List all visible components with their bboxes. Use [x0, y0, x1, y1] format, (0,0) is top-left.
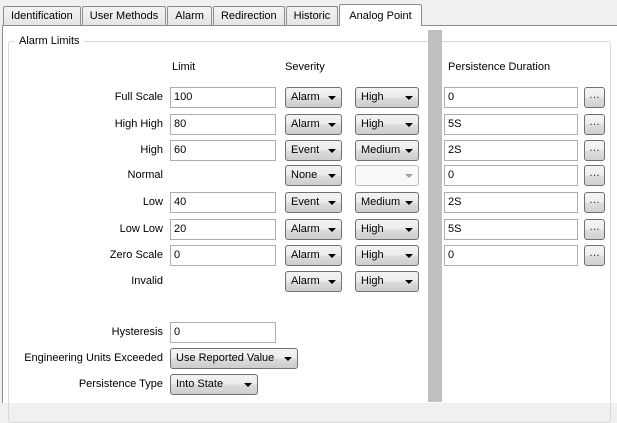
priority-dropdown[interactable]: High [355, 271, 419, 292]
dropdown-arrow-icon [405, 174, 413, 178]
browse-button[interactable]: … [584, 192, 605, 213]
persistence-duration-input[interactable]: 0 [444, 245, 578, 266]
engineering-units-exceeded-dropdown[interactable]: Use Reported Value [170, 348, 298, 369]
row-label: Invalid [0, 271, 163, 292]
browse-button[interactable]: … [584, 219, 605, 240]
browse-button[interactable]: … [584, 87, 605, 108]
priority-dropdown[interactable]: High [355, 245, 419, 266]
severity-dropdown[interactable]: Alarm [285, 271, 342, 292]
alarm-row-high: High 60 Event Medium 2S … [0, 140, 617, 162]
limit-input[interactable]: 0 [170, 245, 276, 266]
severity-dropdown[interactable]: Alarm [285, 219, 342, 240]
row-label: Zero Scale [0, 245, 163, 266]
row-label: Normal [0, 165, 163, 186]
alarm-limits-group-title: Alarm Limits [15, 35, 84, 47]
dropdown-arrow-icon [328, 149, 336, 153]
limit-input[interactable]: 100 [170, 87, 276, 108]
tab-strip: IdentificationUser MethodsAlarmRedirecti… [3, 0, 423, 26]
hysteresis-label: Hysteresis [0, 322, 163, 343]
hysteresis-input[interactable]: 0 [170, 322, 276, 343]
dropdown-arrow-icon [328, 123, 336, 127]
priority-dropdown[interactable]: Medium [355, 140, 419, 161]
limit-input[interactable]: 60 [170, 140, 276, 161]
dropdown-arrow-icon [328, 280, 336, 284]
persistence-duration-input[interactable]: 5S [444, 114, 578, 135]
severity-dropdown[interactable]: Alarm [285, 114, 342, 135]
limit-input[interactable]: 80 [170, 114, 276, 135]
dropdown-arrow-icon [405, 228, 413, 232]
priority-dropdown [355, 165, 419, 186]
persistence-type-dropdown[interactable]: Into State [170, 374, 258, 395]
alarm-row-full-scale: Full Scale 100 Alarm High 0 … [0, 87, 617, 109]
engineering-units-exceeded-label: Engineering Units Exceeded [0, 348, 163, 369]
limit-input[interactable]: 20 [170, 219, 276, 240]
tab-analog-point[interactable]: Analog Point [339, 4, 421, 26]
dropdown-arrow-icon [328, 228, 336, 232]
severity-dropdown[interactable]: Alarm [285, 87, 342, 108]
dropdown-arrow-icon [405, 96, 413, 100]
persistence-type-value: Into State [176, 378, 223, 390]
browse-button[interactable]: … [584, 114, 605, 135]
alarm-row-high-high: High High 80 Alarm High 5S … [0, 114, 617, 136]
persistence-duration-input[interactable]: 2S [444, 192, 578, 213]
priority-dropdown[interactable]: High [355, 114, 419, 135]
priority-dropdown[interactable]: High [355, 87, 419, 108]
browse-button[interactable]: … [584, 165, 605, 186]
tab-alarm[interactable]: Alarm [167, 6, 212, 25]
alarm-row-normal: Normal None 0 … [0, 165, 617, 187]
limit-column-header: Limit [172, 61, 195, 73]
severity-column-header: Severity [285, 61, 325, 73]
alarm-row-zero-scale: Zero Scale 0 Alarm High 0 … [0, 245, 617, 267]
dropdown-arrow-icon [405, 254, 413, 258]
persistence-duration-column-header: Persistence Duration [448, 61, 550, 73]
priority-dropdown[interactable]: Medium [355, 192, 419, 213]
severity-dropdown[interactable]: Alarm [285, 245, 342, 266]
dropdown-arrow-icon [405, 280, 413, 284]
row-label: High High [0, 114, 163, 135]
analog-point-dialog: { "tabs": { "items": [ {"label": "Identi… [0, 0, 617, 402]
alarm-row-low: Low 40 Event Medium 2S … [0, 192, 617, 214]
severity-dropdown[interactable]: None [285, 165, 342, 186]
priority-dropdown[interactable]: High [355, 219, 419, 240]
severity-dropdown[interactable]: Event [285, 192, 342, 213]
dropdown-arrow-icon [405, 201, 413, 205]
persistence-duration-input[interactable]: 2S [444, 140, 578, 161]
dropdown-arrow-icon [328, 254, 336, 258]
tab-identification[interactable]: Identification [3, 6, 81, 25]
tab-user-methods[interactable]: User Methods [82, 6, 166, 25]
engineering-units-exceeded-value: Use Reported Value [176, 352, 274, 364]
alarm-row-low-low: Low Low 20 Alarm High 5S … [0, 219, 617, 241]
dropdown-arrow-icon [405, 149, 413, 153]
limit-input[interactable]: 40 [170, 192, 276, 213]
vertical-separator [428, 30, 442, 402]
tab-redirection[interactable]: Redirection [213, 6, 285, 25]
persistence-duration-input[interactable]: 5S [444, 219, 578, 240]
dropdown-arrow-icon [405, 123, 413, 127]
browse-button[interactable]: … [584, 140, 605, 161]
dropdown-arrow-icon [328, 201, 336, 205]
persistence-duration-input[interactable]: 0 [444, 87, 578, 108]
dropdown-arrow-icon [328, 174, 336, 178]
severity-dropdown[interactable]: Event [285, 140, 342, 161]
row-label: Low Low [0, 219, 163, 240]
persistence-duration-input[interactable]: 0 [444, 165, 578, 186]
dropdown-arrow-icon [244, 383, 252, 387]
browse-button[interactable]: … [584, 245, 605, 266]
persistence-type-label: Persistence Type [0, 374, 163, 395]
tab-historic[interactable]: Historic [286, 6, 339, 25]
row-label: Full Scale [0, 87, 163, 108]
alarm-row-invalid: Invalid Alarm High [0, 271, 617, 293]
dropdown-arrow-icon [328, 96, 336, 100]
row-label: Low [0, 192, 163, 213]
row-label: High [0, 140, 163, 161]
dropdown-arrow-icon [284, 357, 292, 361]
